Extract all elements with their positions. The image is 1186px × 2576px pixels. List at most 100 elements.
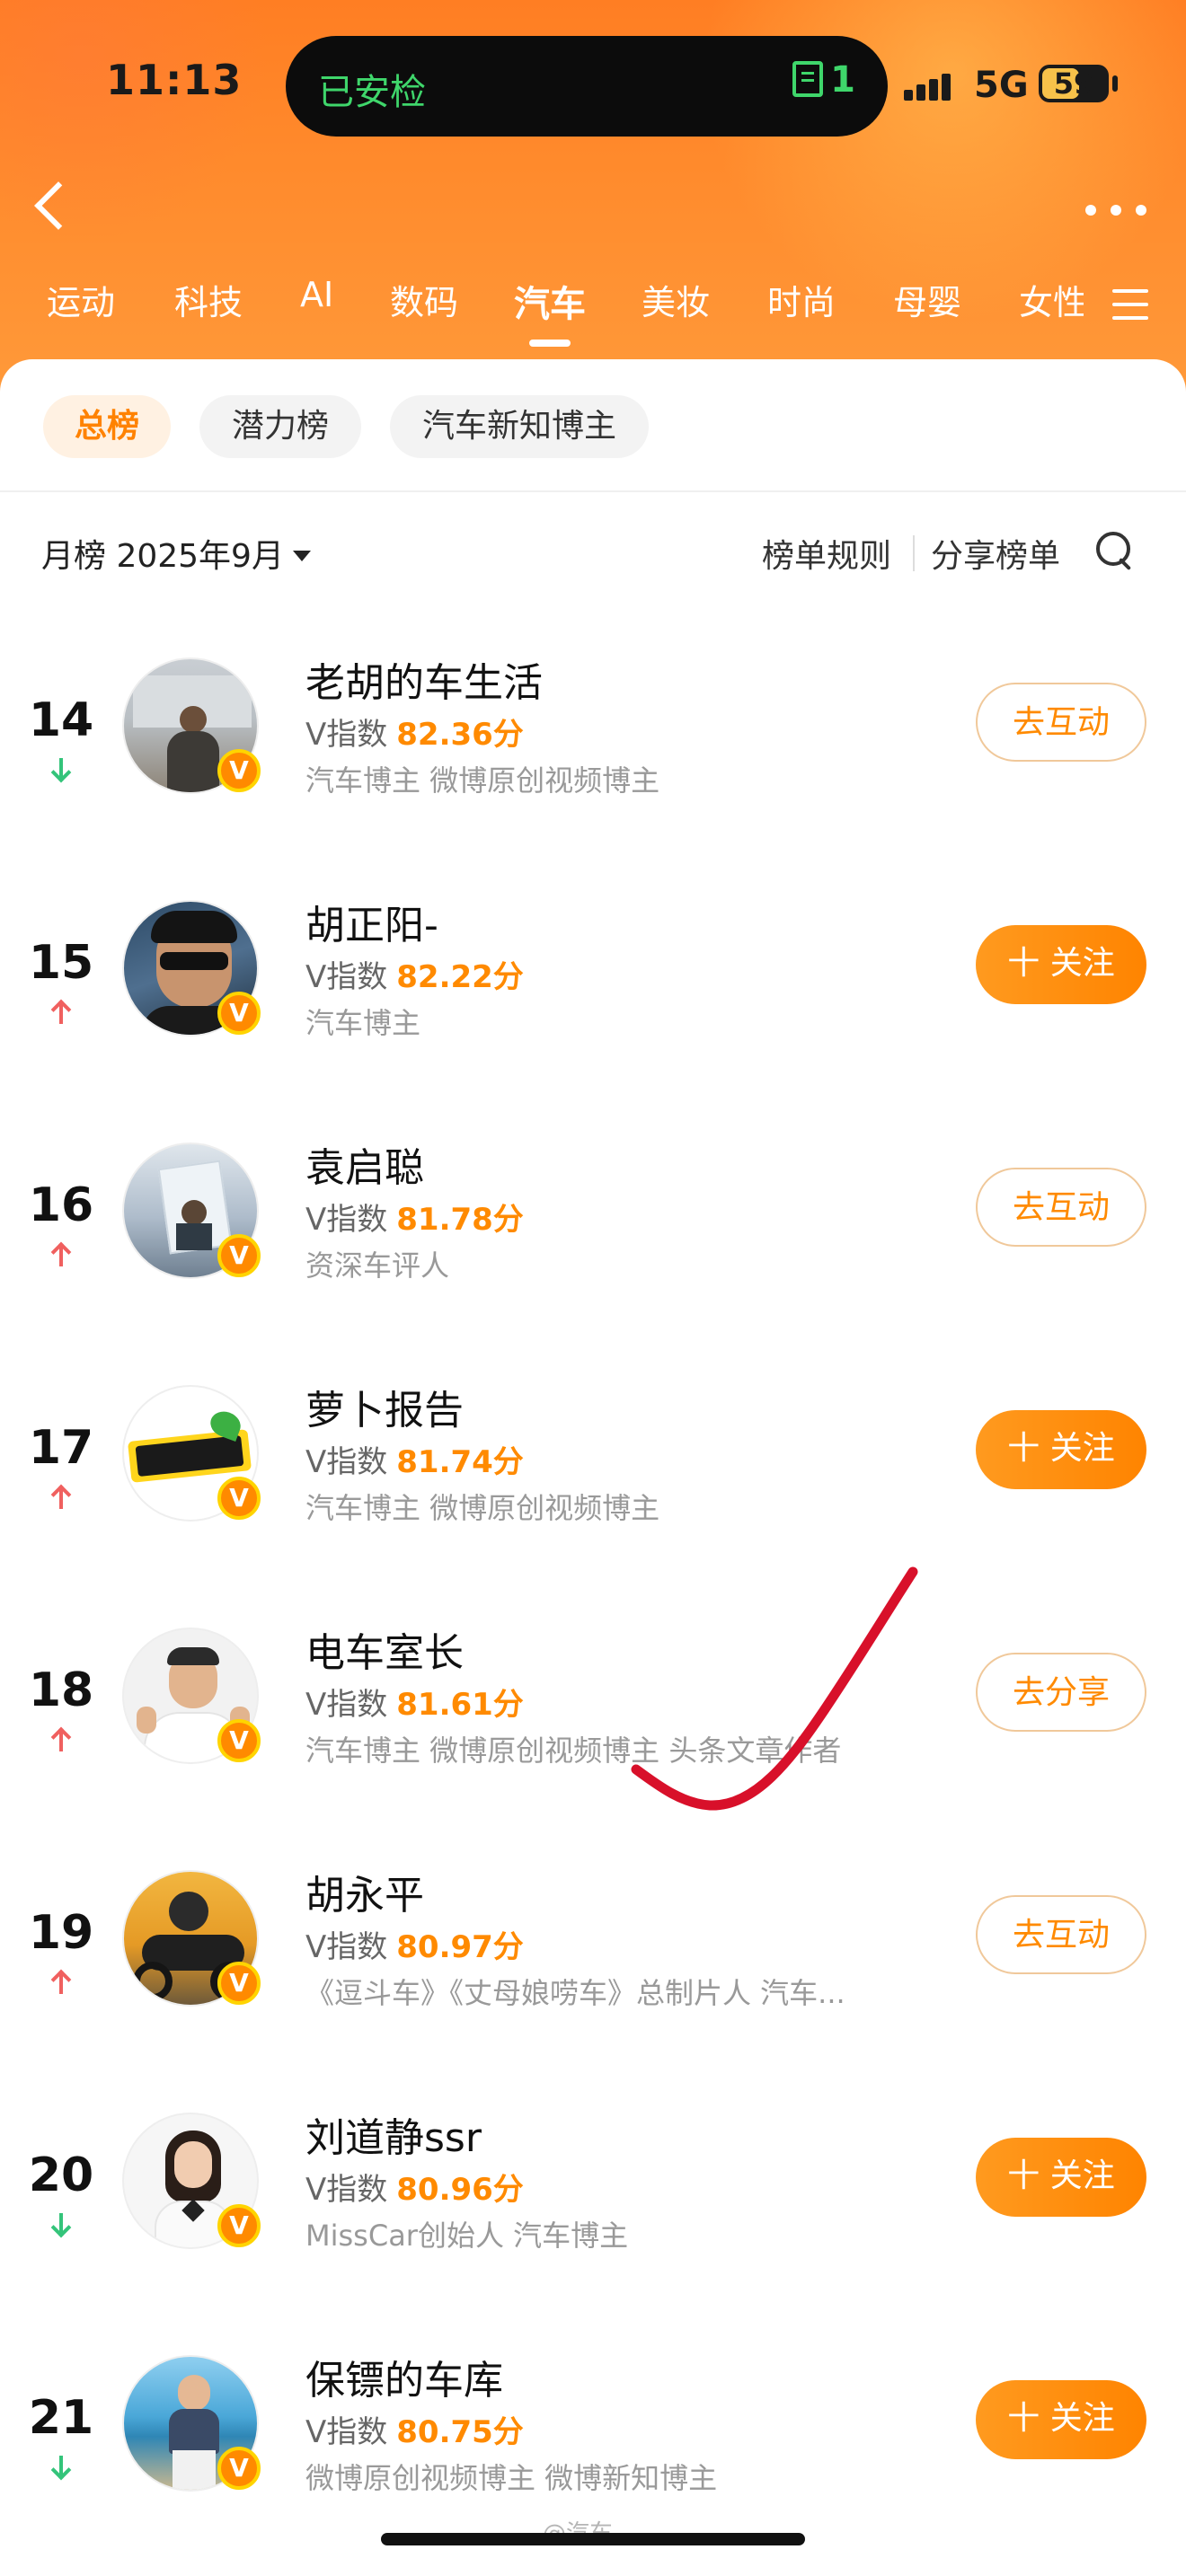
blogger-tags: 汽车博主 微博原创视频博主: [305, 1491, 660, 1525]
rank-number: 20: [28, 2148, 94, 2202]
tab-category[interactable]: 女性: [1019, 275, 1084, 324]
ranking-row[interactable]: 17 V 萝卜报告 V指数 81.74分 汽车博主 微博原创视频博主 十 关注: [0, 1378, 1186, 1620]
rank-up-icon: [50, 1241, 72, 1268]
verified-badge-icon: V: [217, 1477, 261, 1520]
v-index: V指数 81.61分: [305, 1680, 524, 1724]
blogger-tags: 《逗斗车》《丈母娘唠车》总制片人 汽车...: [305, 1976, 845, 2010]
v-index: V指数 82.36分: [305, 710, 524, 754]
chip-auto-new-knowledge[interactable]: 汽车新知博主: [390, 395, 649, 458]
blogger-name[interactable]: 萝卜报告: [305, 1378, 464, 1435]
ranking-row[interactable]: 15 V 胡正阳- V指数 82.22分 汽车博主 十 关注: [0, 893, 1186, 1135]
interact-button[interactable]: 去互动: [976, 1168, 1146, 1247]
v-index-score: 80.75分: [396, 2414, 524, 2450]
v-index-score: 81.74分: [396, 1444, 524, 1480]
verified-badge-icon: V: [217, 1234, 261, 1277]
follow-button[interactable]: 十 关注: [976, 2380, 1146, 2459]
island-label: 已安检: [318, 72, 426, 113]
verified-badge-icon: V: [217, 2447, 261, 2490]
rank-down-icon: [50, 2211, 72, 2238]
blogger-name[interactable]: 老胡的车生活: [305, 650, 543, 708]
status-time: 11:13: [106, 56, 243, 104]
ranking-rules-link[interactable]: 榜单规则: [762, 530, 891, 577]
v-index-label: V指数: [305, 1929, 388, 1965]
chip-potential[interactable]: 潜力榜: [199, 395, 361, 458]
ranking-row[interactable]: 14 V 老胡的车生活 V指数 82.36分 汽车博主 微博原创视频博主 去互动: [0, 650, 1186, 893]
tab-category[interactable]: 母婴: [893, 275, 961, 324]
chevron-left-icon[interactable]: [31, 180, 66, 234]
ranking-subbar: 月榜 2025年9月 榜单规则 分享榜单: [0, 521, 1186, 584]
blogger-name[interactable]: 袁启聪: [305, 1135, 424, 1193]
v-index: V指数 82.22分: [305, 952, 524, 996]
blogger-name[interactable]: 胡正阳-: [305, 893, 438, 950]
verified-badge-icon: V: [217, 1962, 261, 2005]
search-icon[interactable]: [1094, 530, 1134, 569]
interact-button[interactable]: 去互动: [976, 1895, 1146, 1974]
v-index-label: V指数: [305, 1202, 388, 1238]
interact-button[interactable]: 去互动: [976, 683, 1146, 762]
blogger-name[interactable]: 刘道静ssr: [305, 2105, 482, 2163]
chip-overall[interactable]: 总榜: [43, 395, 171, 458]
v-index-score: 81.78分: [396, 1202, 524, 1238]
rank-up-icon: [50, 1484, 72, 1511]
blogger-tags: 汽车博主 微博原创视频博主 头条文章作者: [305, 1734, 842, 1768]
home-indicator[interactable]: [381, 2533, 805, 2545]
tab-category[interactable]: 数码: [390, 275, 458, 324]
follow-button[interactable]: 十 关注: [976, 1410, 1146, 1489]
battery-tip: [1112, 75, 1118, 92]
rank-down-icon: [50, 2454, 72, 2481]
tab-category[interactable]: 科技: [174, 275, 243, 324]
rank-number: 14: [28, 693, 94, 747]
battery-icon: 59: [1039, 65, 1109, 102]
v-index-label: V指数: [305, 1444, 388, 1480]
rank-down-icon: [50, 756, 72, 783]
rank-up-icon: [50, 1969, 72, 1996]
category-tabs: 运动 科技 AI 数码 汽车 美妆 时尚 母婴 女性: [0, 275, 1186, 347]
menu-icon[interactable]: [1112, 289, 1148, 320]
share-ranking-link[interactable]: 分享榜单: [931, 530, 1060, 577]
v-index: V指数 80.96分: [305, 2165, 524, 2209]
ranking-row[interactable]: 18 V 电车室长 V指数 81.61分 汽车博主 微博原创视频博主 头条文章作者…: [0, 1620, 1186, 1863]
blogger-tags: 汽车博主 微博原创视频博主: [305, 763, 660, 798]
blogger-tags: 资深车评人: [305, 1248, 450, 1283]
tab-category-active[interactable]: 汽车: [514, 275, 586, 327]
share-button[interactable]: 去分享: [976, 1653, 1146, 1732]
v-index: V指数 81.78分: [305, 1195, 524, 1239]
tab-category[interactable]: AI: [300, 275, 333, 314]
dynamic-island[interactable]: 已安检 1: [286, 36, 888, 137]
verified-badge-icon: V: [217, 1719, 261, 1762]
v-index-label: V指数: [305, 2172, 388, 2208]
tab-category[interactable]: 时尚: [767, 275, 836, 324]
network-label: 5G: [974, 65, 1029, 106]
ranking-row[interactable]: 19 V 胡永平 V指数 80.97分 《逗斗车》《丈母娘唠车》总制片人 汽车..…: [0, 1863, 1186, 2105]
caret-down-icon: [292, 551, 311, 561]
tab-category[interactable]: 美妆: [642, 275, 710, 324]
rank-number: 16: [28, 1178, 94, 1232]
v-index-score: 80.96分: [396, 2172, 524, 2208]
month-selector[interactable]: 月榜 2025年9月: [41, 530, 311, 577]
rank-up-icon: [50, 999, 72, 1026]
blogger-name[interactable]: 电车室长: [305, 1620, 464, 1678]
rank-number: 17: [28, 1421, 94, 1475]
v-index-score: 82.22分: [396, 959, 524, 995]
v-index-label: V指数: [305, 959, 388, 995]
blogger-name[interactable]: 胡永平: [305, 1863, 424, 1920]
v-index-label: V指数: [305, 1687, 388, 1723]
v-index-label: V指数: [305, 2414, 388, 2450]
v-index-label: V指数: [305, 717, 388, 753]
battery-level: 59: [1053, 66, 1094, 101]
follow-button[interactable]: 十 关注: [976, 925, 1146, 1004]
ellipsis-icon[interactable]: [1085, 205, 1150, 217]
tab-category[interactable]: 运动: [47, 275, 115, 324]
active-tab-indicator: [529, 340, 571, 347]
divider: [913, 535, 915, 571]
ranking-row[interactable]: 16 V 袁启聪 V指数 81.78分 资深车评人 去互动: [0, 1135, 1186, 1378]
rank-up-icon: [50, 1726, 72, 1753]
island-count: 1: [830, 59, 855, 101]
v-index: V指数 81.74分: [305, 1437, 524, 1481]
signal-icon: [904, 70, 960, 101]
divider: [0, 490, 1186, 492]
follow-button[interactable]: 十 关注: [976, 2138, 1146, 2217]
v-index: V指数 80.75分: [305, 2407, 524, 2451]
ranking-row[interactable]: 20 V 刘道静ssr V指数 80.96分 MissCar创始人 汽车博主 十 …: [0, 2105, 1186, 2348]
blogger-name[interactable]: 保镖的车库: [305, 2348, 503, 2405]
